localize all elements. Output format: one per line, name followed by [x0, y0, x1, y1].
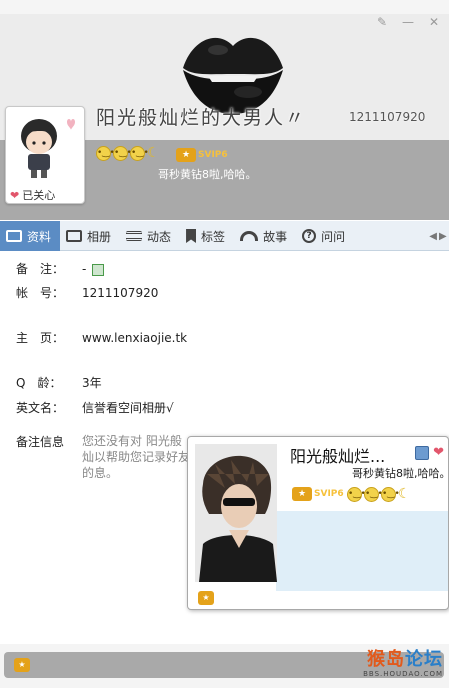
tab-question[interactable]: ? 问问 [296, 221, 354, 251]
nickname: 阳光般灿烂的大男人〃 [96, 107, 307, 129]
tab-bar: 资料 相册 动态 标签 故事 ? 问问 ◀ ▶ [0, 221, 449, 251]
feed-icon [126, 231, 143, 241]
homepage-link[interactable]: www.lenxiaojie.tk [82, 331, 187, 345]
tab-profile[interactable]: 资料 [0, 221, 61, 251]
qage-row: Q 龄： 3年 [16, 374, 102, 391]
notes-row: 备注信息 [16, 433, 82, 450]
tab-story[interactable]: 故事 [234, 221, 296, 251]
vip-badge[interactable]: ★ SVIP6 [176, 148, 228, 162]
album-icon [66, 230, 83, 242]
chevron-left-icon[interactable]: ◀ [429, 231, 437, 242]
notes-text: 您还没有对 阳光般灿以帮助您记录好友的息。 [82, 434, 191, 480]
user-card-icon[interactable] [415, 446, 430, 460]
edit-skin-icon[interactable]: ✎ [371, 14, 393, 30]
qage-label: Q 龄： [16, 376, 62, 390]
homepage-row: 主 页： www.lenxiaojie.tk [16, 329, 187, 346]
homepage-label: 主 页： [16, 331, 65, 345]
remark-value: - [82, 262, 87, 276]
avatar [9, 110, 81, 180]
account-value: 1211107920 [82, 286, 159, 300]
qq-number: 1211107920 [349, 110, 426, 124]
sun-level-icon: •‿• [347, 487, 366, 502]
hover-card[interactable]: 阳光般灿烂... ❤ 哥秒黄钻8啦,哈哈。 ★ SVIP6 •‿• •‿• •‿… [187, 436, 449, 610]
bottom-bar: ★ 猴岛论坛 BBS.HOUDAO.COM [0, 644, 449, 688]
sun-level-icon: •‿• [130, 146, 149, 161]
sun-level-icon: •‿• [364, 487, 383, 502]
heart-icon: ❤ [10, 188, 20, 202]
hover-card-actions: ❤ [415, 446, 444, 460]
heart-icon[interactable]: ❤ [433, 446, 444, 460]
qage-value: 3年 [82, 376, 102, 390]
sun-level-icon: •‿• [113, 146, 132, 161]
personal-signature: 哥秒黄钻8啦,哈哈。 [158, 168, 257, 181]
english-name-value: 信誉看空间相册√ [82, 401, 174, 415]
account-label: 帐 号： [16, 286, 65, 300]
hover-card-photo [195, 444, 277, 582]
tab-scroll-arrows[interactable]: ◀ ▶ [427, 221, 449, 251]
edit-remark-icon[interactable] [92, 263, 105, 276]
english-name-row: 英文名： 信誉看空间相册√ [16, 399, 174, 416]
hover-card-name: 阳光般灿烂... [290, 447, 386, 466]
hover-card-level-emoticons: •‿• •‿• •‿• ☾ [347, 487, 413, 502]
remark-row: 备 注： - [16, 260, 105, 277]
moon-level-icon: ☾ [147, 145, 160, 161]
close-icon[interactable]: ✕ [423, 14, 445, 30]
top-strip [0, 0, 449, 14]
watermark-logo: 猴岛论坛 BBS.HOUDAO.COM [363, 649, 443, 679]
hover-card-background [276, 511, 448, 591]
moon-level-icon: ☾ [398, 486, 411, 502]
hover-card-vip-icon[interactable]: ★ [198, 591, 214, 605]
account-row: 帐 号： 1211107920 [16, 284, 158, 301]
hover-card-signature: 哥秒黄钻8啦,哈哈。 [352, 467, 449, 480]
sun-level-icon: •‿• [96, 146, 115, 161]
tab-feed[interactable]: 动态 [120, 221, 180, 251]
question-icon: ? [302, 229, 317, 243]
chevron-right-icon[interactable]: ▶ [439, 231, 447, 242]
care-label: 已关心 [22, 189, 56, 202]
english-name-label: 英文名： [16, 401, 65, 415]
window-controls: ✎ — ✕ [371, 14, 445, 30]
tab-tags[interactable]: 标签 [180, 221, 234, 251]
tab-album[interactable]: 相册 [60, 221, 120, 251]
vip-crown-icon: ★ [176, 148, 196, 162]
care-status[interactable]: ❤ 已关心 [10, 187, 55, 203]
profile-header: ✎ — ✕ 阳光般灿烂的大男人〃 1211107920 •‿• •‿• •‿• … [0, 0, 449, 220]
avatar-card[interactable]: ❤ 已关心 [5, 106, 85, 204]
notes-label: 备注信息 [16, 435, 65, 449]
minimize-icon[interactable]: — [397, 14, 419, 30]
remark-label: 备 注： [16, 262, 65, 276]
hover-card-vip-badge[interactable]: ★ SVIP6 [292, 487, 344, 501]
story-icon [240, 231, 259, 241]
vip-crown-icon: ★ [292, 487, 312, 501]
sun-level-icon: •‿• [381, 487, 400, 502]
profile-icon [6, 230, 22, 242]
vip-crown-icon[interactable]: ★ [14, 658, 30, 672]
tag-icon [186, 229, 197, 243]
level-emoticons: •‿• •‿• •‿• ☾ [96, 146, 162, 161]
